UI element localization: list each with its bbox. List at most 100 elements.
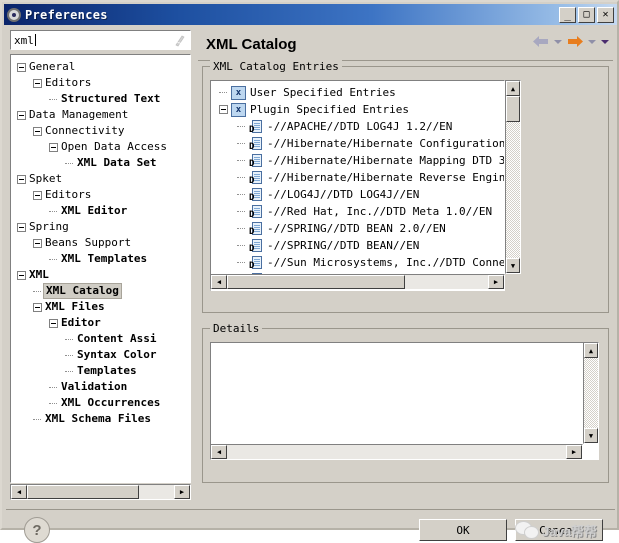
hscroll-thumb[interactable]: [27, 485, 139, 499]
tree-expander-icon[interactable]: [33, 78, 42, 88]
tree-item-templates[interactable]: Templates: [11, 363, 190, 379]
tree-item-editors[interactable]: Editors: [11, 187, 190, 203]
details-text-area[interactable]: [210, 342, 599, 460]
tree-item-syntax-color[interactable]: Syntax Color: [11, 347, 190, 363]
maximize-button[interactable]: □: [578, 6, 595, 23]
catalog-entry-row[interactable]: D -//SPRING//DTD BEAN 2.0//EN: [211, 220, 504, 237]
catalog-entry-row[interactable]: D -//Hibernate/Hibernate Reverse Enginee: [211, 169, 504, 186]
arrow-right-icon[interactable]: [567, 36, 583, 47]
tree-item-general[interactable]: General: [11, 59, 190, 75]
dialog-body: xml General Editors Structured Text Data Ma…: [4, 25, 617, 543]
dtd-icon: D: [249, 187, 263, 202]
details-scroll-right-icon[interactable]: ▶: [566, 445, 582, 459]
tree-item-xml-catalog[interactable]: XML Catalog: [11, 283, 190, 299]
scroll-right-icon[interactable]: ▶: [174, 485, 190, 499]
tree-item-label: Beans Support: [45, 236, 132, 249]
details-vertical-scrollbar[interactable]: ▲ ▼: [583, 342, 599, 444]
tree-item-xml[interactable]: XML: [11, 267, 190, 283]
details-scroll-up-icon[interactable]: ▲: [584, 343, 598, 358]
tree-item-editor[interactable]: Editor: [11, 315, 190, 331]
tree-item-validation[interactable]: Validation: [11, 379, 190, 395]
tree-connector: [49, 383, 58, 392]
tree-expander-icon[interactable]: [17, 62, 26, 72]
details-hscroll-track[interactable]: [227, 445, 566, 459]
vscroll-track[interactable]: [506, 96, 520, 258]
entries-scroll-right-icon[interactable]: ▶: [488, 275, 504, 289]
tree-expander-icon[interactable]: [17, 270, 26, 280]
arrow-left-icon[interactable]: [533, 36, 549, 47]
tree-expander-icon[interactable]: [49, 318, 58, 328]
tree-item-xml-templates[interactable]: XML Templates: [11, 251, 190, 267]
tree-item-spring[interactable]: Spring: [11, 219, 190, 235]
tree-item-label: XML: [29, 268, 49, 281]
catalog-entries-list[interactable]: x User Specified Entries x Plugin Specified…: [210, 80, 505, 291]
entries-hscroll-thumb[interactable]: [227, 275, 405, 289]
tree-item-xml-files[interactable]: XML Files: [11, 299, 190, 315]
entry-expander-icon[interactable]: [219, 105, 228, 114]
minimize-button[interactable]: _: [559, 6, 576, 23]
catalog-entry-row[interactable]: D -//Sun Microsystems, Inc.//DTD Connect: [211, 254, 504, 271]
entries-hscroll-track[interactable]: [227, 275, 488, 289]
tree-item-label: XML Data Set: [77, 156, 157, 169]
tree-item-editors[interactable]: Editors: [11, 75, 190, 91]
tree-item-connectivity[interactable]: Connectivity: [11, 123, 190, 139]
catalog-entry-row[interactable]: x Plugin Specified Entries: [211, 101, 504, 118]
tree-expander-icon[interactable]: [17, 110, 26, 120]
cancel-button[interactable]: Cancel: [515, 519, 603, 541]
window-controls: _ □ ✕: [559, 6, 614, 23]
catalog-entry-row[interactable]: D -//Red Hat, Inc.//DTD Meta 1.0//EN: [211, 203, 504, 220]
dtd-icon: D: [249, 221, 263, 236]
catalog-entry-row[interactable]: x User Specified Entries: [211, 84, 504, 101]
ok-button[interactable]: OK: [419, 519, 507, 541]
hscroll-track[interactable]: [27, 485, 174, 499]
tree-item-content-assi[interactable]: Content Assi: [11, 331, 190, 347]
tree-expander-icon[interactable]: [33, 190, 42, 200]
vscroll-thumb[interactable]: [506, 96, 520, 122]
tree-expander-icon[interactable]: [33, 238, 42, 248]
tree-item-structured-text[interactable]: Structured Text: [11, 91, 190, 107]
catalog-entry-label: -//Sun Microsystems, Inc.//DTD Connect: [267, 256, 504, 269]
dtd-icon: D: [249, 119, 263, 134]
help-icon[interactable]: ?: [24, 517, 50, 543]
catalog-entry-row[interactable]: D -//Hibernate/Hibernate Mapping DTD 3.0: [211, 152, 504, 169]
tree-item-xml-occurrences[interactable]: XML Occurrences: [11, 395, 190, 411]
tree-expander-icon[interactable]: [33, 126, 42, 136]
dtd-icon: D: [249, 170, 263, 185]
preferences-tree[interactable]: General Editors Structured Text Data Manage…: [10, 54, 191, 483]
scroll-left-icon[interactable]: ◀: [11, 485, 27, 499]
tree-item-label: XML Files: [45, 300, 105, 313]
scroll-down-icon[interactable]: ▼: [506, 258, 520, 273]
details-scroll-left-icon[interactable]: ◀: [211, 445, 227, 459]
catalog-entry-row[interactable]: D -//APACHE//DTD LOG4J 1.2//EN: [211, 118, 504, 135]
clear-filter-icon[interactable]: [173, 34, 186, 47]
details-vscroll-track[interactable]: [584, 358, 598, 428]
tree-item-beans-support[interactable]: Beans Support: [11, 235, 190, 251]
forward-history-chevron-down-icon[interactable]: [588, 39, 596, 44]
back-history-chevron-down-icon[interactable]: [554, 39, 562, 44]
entries-scroll-left-icon[interactable]: ◀: [211, 275, 227, 289]
view-menu-chevron-down-icon[interactable]: [601, 39, 609, 44]
catalog-entry-row[interactable]: D -//LOG4J//DTD LOG4J//EN: [211, 186, 504, 203]
tree-item-xml-schema-files[interactable]: XML Schema Files: [11, 411, 190, 427]
tree-item-open-data-access[interactable]: Open Data Access: [11, 139, 190, 155]
tree-expander-icon[interactable]: [49, 142, 58, 152]
close-button[interactable]: ✕: [597, 6, 614, 23]
details-horizontal-scrollbar[interactable]: ◀ ▶: [210, 444, 583, 460]
catalog-entry-row[interactable]: D -//Hibernate/Hibernate Configuration D: [211, 135, 504, 152]
tree-item-spket[interactable]: Spket: [11, 171, 190, 187]
catalog-entry-row[interactable]: D -//SPRING//DTD BEAN//EN: [211, 237, 504, 254]
scroll-up-icon[interactable]: ▲: [506, 81, 520, 96]
entries-horizontal-scrollbar[interactable]: ◀ ▶: [210, 274, 505, 290]
entries-vertical-scrollbar[interactable]: ▲ ▼: [505, 80, 521, 274]
tree-item-xml-data-set[interactable]: XML Data Set: [11, 155, 190, 171]
search-input[interactable]: xml: [10, 30, 191, 50]
tree-item-label: XML Schema Files: [45, 412, 151, 425]
tree-expander-icon[interactable]: [17, 222, 26, 232]
tree-item-xml-editor[interactable]: XML Editor: [11, 203, 190, 219]
tree-item-data-management[interactable]: Data Management: [11, 107, 190, 123]
tree-horizontal-scrollbar[interactable]: ◀ ▶: [10, 484, 191, 500]
tree-expander-icon[interactable]: [17, 174, 26, 184]
details-scroll-down-icon[interactable]: ▼: [584, 428, 598, 443]
tree-expander-icon[interactable]: [33, 302, 42, 312]
title-bar: Preferences _ □ ✕: [4, 4, 617, 25]
